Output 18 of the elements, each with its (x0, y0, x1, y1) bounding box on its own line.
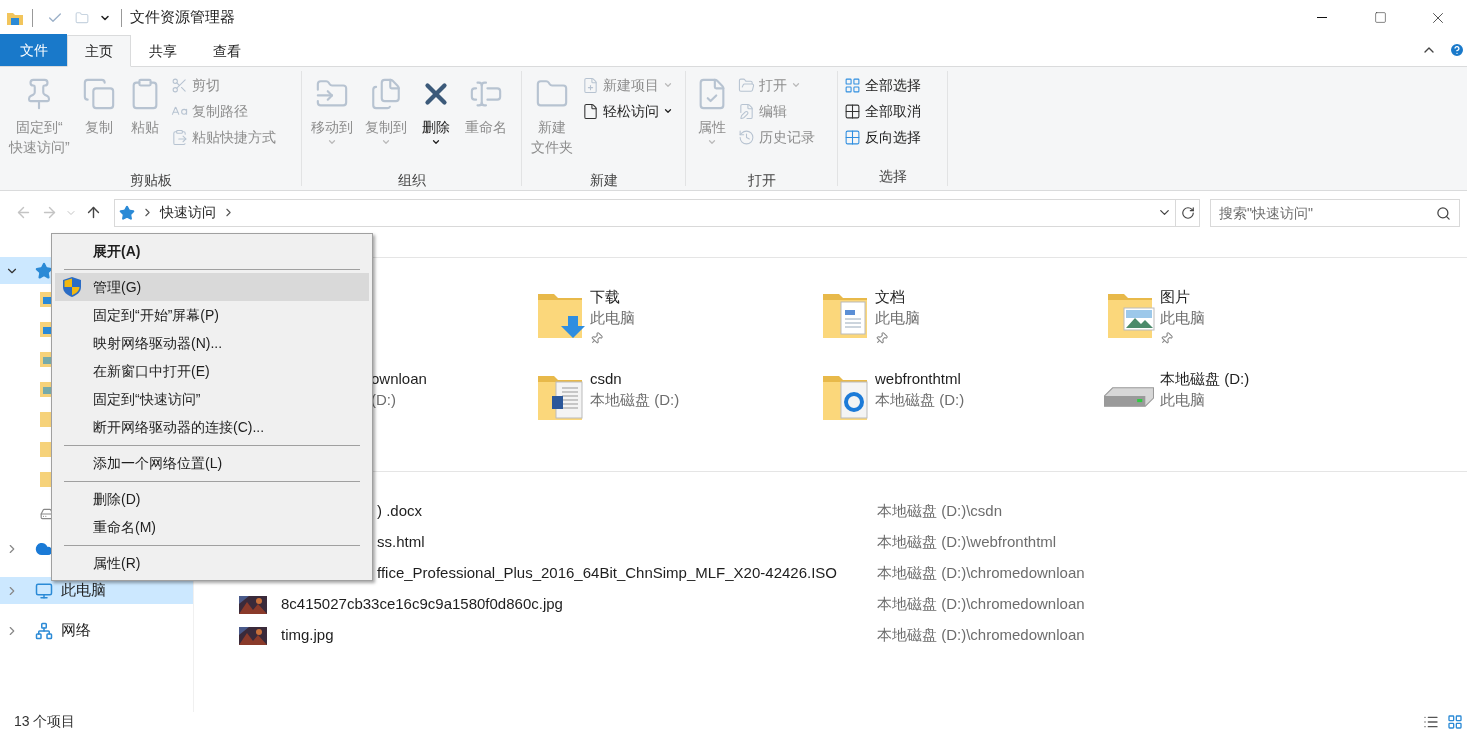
file-location: 本地磁盘 (D:)\webfronthtml (877, 532, 1057, 553)
item-count: 13 个项目 (14, 712, 76, 731)
group-label: 打开 (746, 171, 777, 189)
tile-location: 此电脑 (1160, 308, 1205, 328)
file-location: 本地磁盘 (D:)\csdn (877, 501, 1002, 522)
group-label: 剪贴板 (128, 171, 173, 189)
file-location: 本地磁盘 (D:)\chromedownloan (877, 625, 1085, 646)
group-label: 选择 (877, 167, 908, 185)
file-location: 本地磁盘 (D:)\chromedownloan (877, 594, 1085, 615)
group-label: 组织 (396, 171, 427, 189)
tile-location: 此电脑 (1160, 390, 1206, 410)
tile-location: 此电脑 (875, 308, 920, 328)
tile-location: 本地磁盘 (D:) (590, 390, 680, 410)
tile-location: 此电脑 (590, 308, 635, 328)
tile-location: 本地磁盘 (D:) (875, 390, 965, 410)
window-title: 文件资源管理器 (130, 7, 235, 28)
file-location: 本地磁盘 (D:)\chromedownloan (877, 563, 1085, 584)
group-label: 新建 (588, 171, 619, 189)
